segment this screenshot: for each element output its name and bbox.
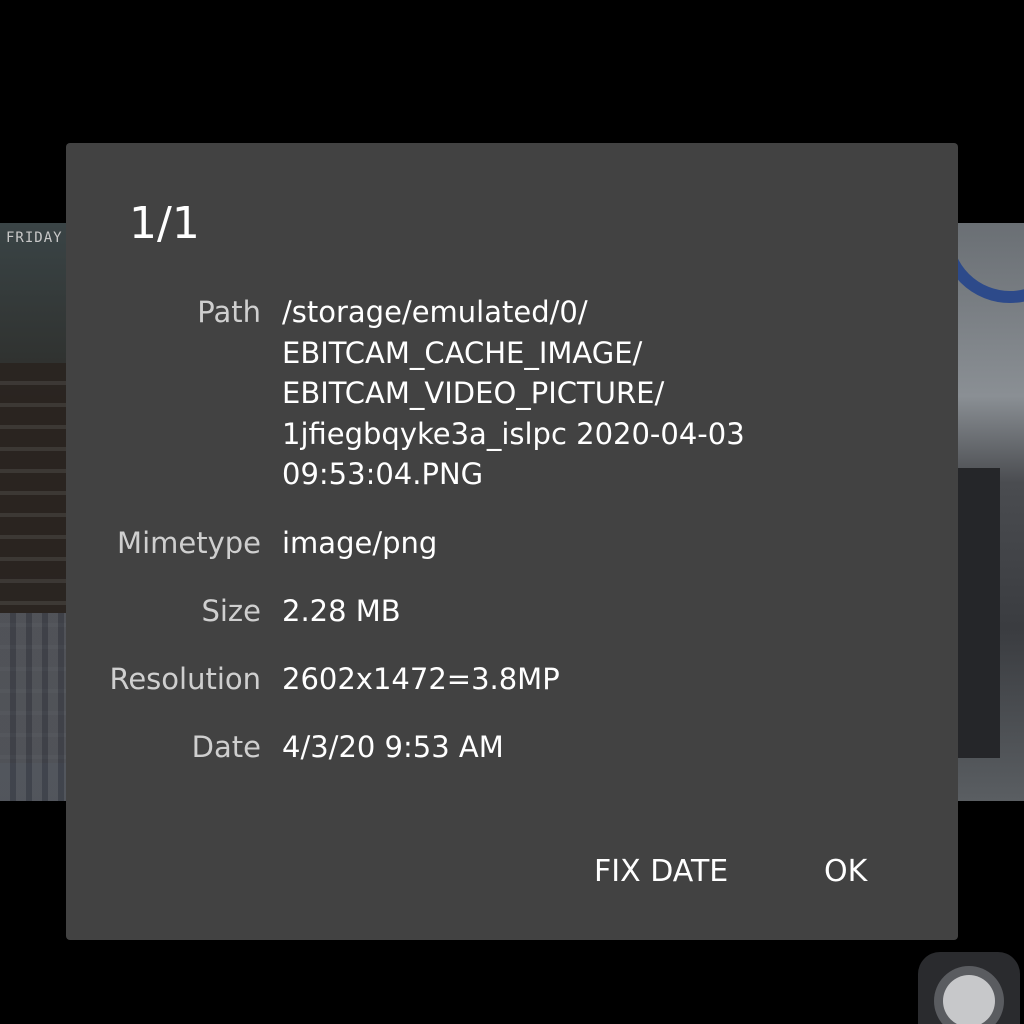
photo-right-box bbox=[958, 468, 1000, 758]
date-value: 4/3/20 9:53 AM bbox=[282, 730, 504, 764]
mimetype-label: Mimetype bbox=[117, 526, 261, 560]
path-value: /storage/emulated/0/ EBITCAM_CACHE_IMAGE… bbox=[282, 295, 745, 491]
date-label: Date bbox=[191, 730, 261, 764]
dialog-title: 1/1 bbox=[129, 198, 200, 249]
ok-button[interactable]: OK bbox=[814, 847, 877, 897]
shutter-button[interactable] bbox=[918, 952, 1020, 1024]
photo-timestamp-overlay: FRIDAY bbox=[6, 230, 63, 246]
shutter-button-icon bbox=[934, 966, 1004, 1024]
shutter-inner-circle bbox=[943, 975, 995, 1024]
resolution-value: 2602x1472=3.8MP bbox=[282, 662, 560, 696]
mimetype-value: image/png bbox=[282, 526, 438, 560]
photo-shelf-lower bbox=[0, 613, 70, 801]
resolution-label: Resolution bbox=[109, 662, 261, 696]
screen: FRIDAY 1/1 Path /storage/emulated/0/ EBI… bbox=[0, 0, 1024, 1024]
size-value: 2.28 MB bbox=[282, 594, 401, 628]
size-label: Size bbox=[201, 594, 261, 628]
fix-date-button[interactable]: FIX DATE bbox=[584, 847, 738, 897]
details-dialog: 1/1 Path /storage/emulated/0/ EBITCAM_CA… bbox=[66, 143, 958, 940]
path-label: Path bbox=[197, 295, 261, 329]
